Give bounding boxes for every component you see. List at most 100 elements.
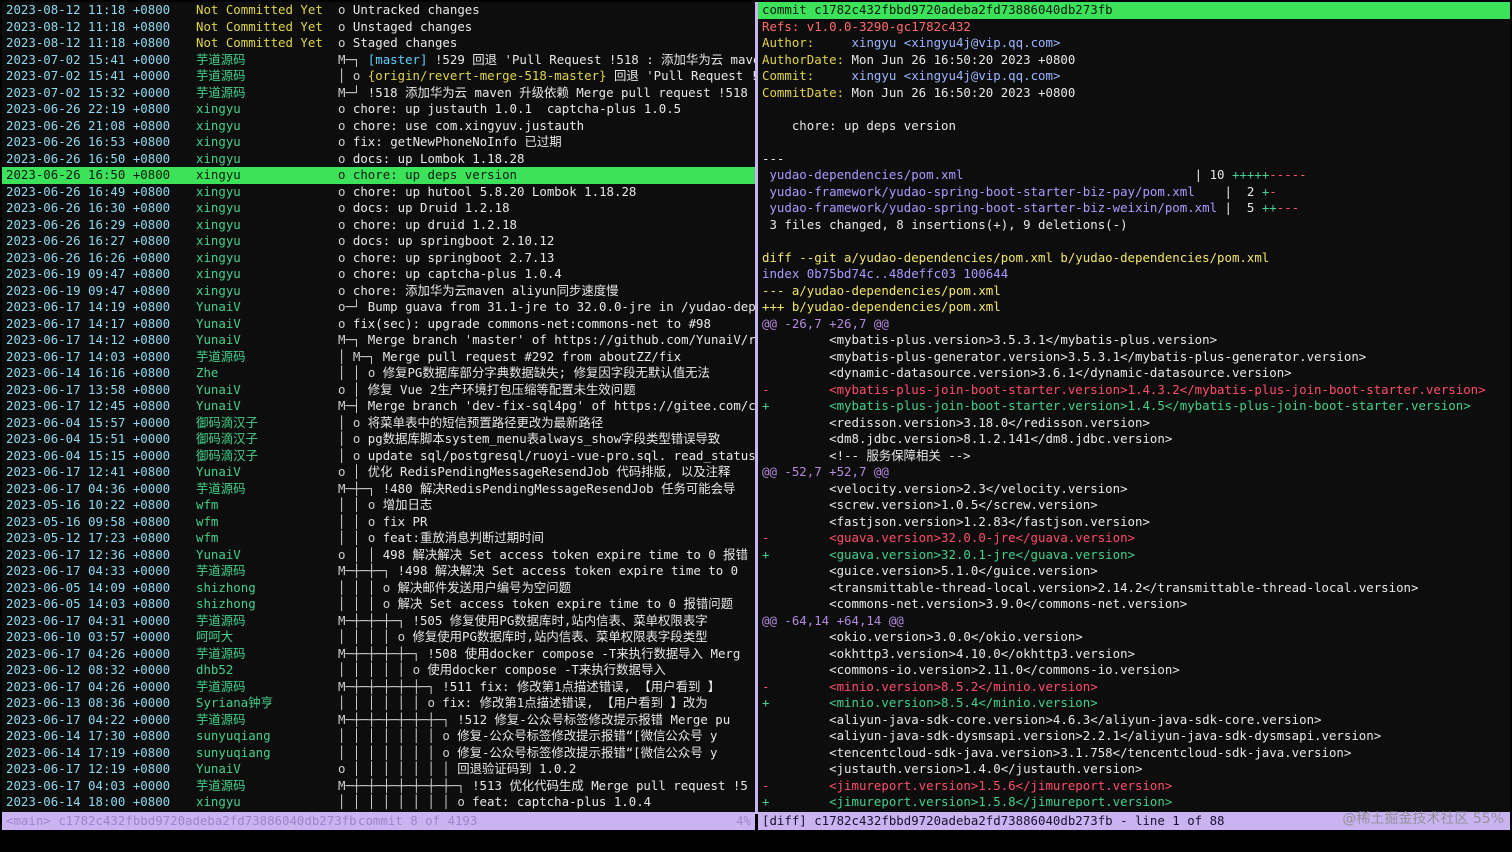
commit-subject: !508 使用docker compose -T来执行数据导入 Merg [427, 646, 755, 663]
stat-separator: --- [762, 150, 785, 166]
hunk-header: @@ -64,14 +64,14 @@ [762, 612, 904, 628]
log-row[interactable]: 2023-05-16 10:22 +0800 wfm │ │ o 增加日志 [2, 497, 755, 514]
log-row[interactable]: 2023-06-17 12:19 +0800 YunaiV o │ │ │ │ │ … [2, 761, 755, 778]
commit-message: 修复-公众号标签修改提示报错“[微信公众号 y [457, 728, 718, 743]
commit-author: xingyu [196, 167, 241, 182]
log-row[interactable]: 2023-06-14 17:19 +0800 sunyuqiang │ │ │ │ … [2, 745, 755, 762]
log-row[interactable]: 2023-06-26 22:19 +0800 xingyu o chore: up j… [2, 101, 755, 118]
log-row[interactable]: 2023-06-04 15:15 +0000 御码滴汉子 │ o update sql… [2, 448, 755, 465]
context-line: <dm8.jdbc.version>8.1.2.141</dm8.jdbc.ve… [762, 431, 1173, 446]
context-line: <okio.version>3.0.0</okio.version> [762, 629, 1083, 644]
log-row[interactable]: 2023-06-17 04:26 +0000 芋道源码 M─┼─┼─┼─┼─┐ !50… [2, 646, 755, 663]
log-row[interactable]: 2023-06-13 08:36 +0000 Syriana钟亨 │ │ │ │ │… [2, 695, 755, 712]
log-row[interactable]: 2023-06-04 15:51 +0000 御码滴汉子 │ o pg数据库脚本sys… [2, 431, 755, 448]
log-row[interactable]: 2023-07-02 15:41 +0000 芋道源码 │ o {origin/rev… [2, 68, 755, 85]
log-row[interactable]: 2023-06-14 17:30 +0800 sunyuqiang │ │ │ │ … [2, 728, 755, 745]
commit-author: 芋道源码 [196, 711, 246, 727]
log-row[interactable]: 2023-07-02 15:32 +0000 芋道源码 M─┘ !518 添加华为云 … [2, 85, 755, 102]
commit-message: docs: up Druid 1.2.18 [352, 200, 510, 215]
log-row[interactable]: 2023-06-17 04:31 +0000 芋道源码 M─┼─┼─┼─┐ !505 … [2, 613, 755, 630]
log-row[interactable]: 2023-06-17 12:41 +0800 YunaiV o │ 优化 RedisP… [2, 464, 755, 481]
commit-date: 2023-06-26 21:08 +0800 [6, 117, 171, 133]
commit-subject: !512 修复-公众号标签修改提示报错 Merge pu [457, 712, 755, 729]
log-row[interactable]: 2023-06-17 04:22 +0000 芋道源码 M─┼─┼─┼─┼─┼─┼─… [2, 712, 755, 729]
log-row[interactable]: 2023-08-12 11:18 +0800 Not Committed Yet o… [2, 19, 755, 36]
log-row[interactable]: 2023-06-05 14:03 +0800 shizhong │ │ │ o 解决 … [2, 596, 755, 613]
commit-subject: pg数据库脚本system_menu表always_show字段类型错误导致 [368, 431, 755, 448]
commit-subject: fix(sec): upgrade commons-net:commons-ne… [353, 316, 755, 333]
log-row[interactable]: 2023-08-12 11:18 +0800 Not Committed Yet o… [2, 35, 755, 52]
commit-message: update sql/postgresql/ruoyi-vue-pro.sql.… [367, 447, 755, 463]
context-line: <mybatis-plus-generator.version>3.5.3.1<… [762, 348, 1367, 364]
commit-log-pane[interactable]: 2023-08-12 11:18 +0800 Not Committed Yet o… [2, 2, 755, 812]
commit-date: 2023-06-17 04:31 +0000 [6, 612, 171, 628]
commit-graph: M─┼─┼─┼─┼─┼─┼─┼─┐ [338, 777, 465, 793]
author-date-label: AuthorDate: [762, 51, 845, 67]
commit-date: 2023-06-26 16:49 +0800 [6, 183, 171, 199]
commit-author: 御码滴汉子 [196, 414, 258, 430]
commit-subject: chore: up deps version [353, 167, 755, 184]
commit-date-line: CommitDate: Mon Jun 26 16:50:20 2023 +08… [758, 85, 1510, 102]
commit-author: xingyu [196, 134, 241, 149]
log-row[interactable]: 2023-06-17 13:58 +0800 YunaiV o │ 修复 Vue 2生… [2, 382, 755, 399]
removed-line: - <mybatis-plus-join-boot-starter.versio… [762, 381, 1486, 397]
log-row[interactable]: 2023-06-05 14:09 +0800 shizhong │ │ │ o 解决邮… [2, 580, 755, 597]
log-row[interactable]: 2023-06-26 16:30 +0800 xingyu o docs: up Dr… [2, 200, 755, 217]
log-row[interactable]: 2023-05-16 09:58 +0800 wfm │ │ o fix PR [2, 514, 755, 531]
log-row[interactable]: 2023-06-17 14:03 +0800 芋道源码 │ M─┐ Merge pul… [2, 349, 755, 366]
commit-date: 2023-06-04 15:15 +0000 [6, 447, 171, 463]
commit-author: xingyu [196, 117, 241, 133]
commit-message: fix: getNewPhoneNoInfo 已过期 [352, 134, 562, 149]
log-row[interactable]: 2023-06-26 16:26 +0800 xingyu o chore: up s… [2, 250, 755, 267]
log-row[interactable]: 2023-06-17 04:03 +0000 芋道源码 M─┼─┼─┼─┼─┼─┼─… [2, 778, 755, 795]
log-row[interactable]: 2023-08-12 11:18 +0800 Not Committed Yet o… [2, 2, 755, 19]
commit-message: chore: up druid 1.2.18 [352, 216, 518, 232]
commit-date-value: Mon Jun 26 16:50:20 2023 +0800 [851, 84, 1076, 100]
commit-graph: M─┼─┐ [338, 480, 376, 496]
log-row[interactable]: 2023-06-19 09:47 +0800 xingyu o chore: 添加华为… [2, 283, 755, 300]
commit-date: 2023-06-26 16:29 +0800 [6, 216, 171, 232]
diffstat-count: | 10 [1194, 167, 1232, 182]
log-row[interactable]: 2023-06-12 08:32 +0000 dhb52 │ │ │ │ │ o 使用… [2, 662, 755, 679]
log-row[interactable]: 2023-06-17 04:26 +0000 芋道源码 M─┼─┼─┼─┼─┼─┐!… [2, 679, 755, 696]
log-row[interactable]: 2023-06-04 15:57 +0000 御码滴汉子 │ o 将菜单表中的短信预置… [2, 415, 755, 432]
commit-date: 2023-06-17 12:41 +0800 [6, 464, 171, 479]
log-row[interactable]: 2023-06-26 16:29 +0800 xingyu o chore: up d… [2, 217, 755, 234]
commit-date: 2023-08-12 11:18 +0800 [6, 18, 171, 34]
log-row[interactable]: 2023-06-17 12:45 +0800 YunaiV M─┤ Merge bra… [2, 398, 755, 415]
log-row[interactable]: 2023-06-17 14:19 +0800 YunaiV o─┘ Bump guav… [2, 299, 755, 316]
log-row[interactable]: 2023-06-14 16:16 +0800 Zhe │ │ o 修复PG数据库部分字… [2, 365, 755, 382]
log-row[interactable]: 2023-06-17 14:17 +0800 YunaiV o fix(sec): u… [2, 316, 755, 333]
diffstat-minus: ----- [1269, 167, 1307, 182]
log-row[interactable]: 2023-06-26 21:08 +0800 xingyu o chore: use … [2, 118, 755, 135]
commit-date: 2023-06-05 14:03 +0800 [6, 596, 171, 611]
commit-subject: chore: up druid 1.2.18 [353, 217, 755, 234]
commit-subject: chore: up justauth 1.0.1 captcha-plus 1.… [353, 101, 755, 118]
log-row[interactable]: 2023-06-17 04:36 +0000 芋道源码 M─┼─┐ !480 解决Re… [2, 481, 755, 498]
log-row[interactable]: 2023-06-26 16:50 +0800 xingyu o docs: up Lo… [2, 151, 755, 168]
refs-line: Refs: v1.0.0-3290-gc1782c432 [762, 18, 971, 34]
commit-message: pg数据库脚本system_menu表always_show字段类型错误导致 [367, 431, 721, 446]
commit-date: 2023-06-26 22:19 +0800 [6, 101, 171, 116]
diff-pane[interactable]: commit c1782c432fbbd9720adeba2fd73886040… [758, 2, 1510, 812]
commit-subject: chore: up hutool 5.8.20 Lombok 1.18.28 [353, 184, 755, 201]
log-row[interactable]: 2023-05-12 17:23 +0800 wfm │ │ o feat:重放消息判… [2, 530, 755, 547]
log-row[interactable]: 2023-06-10 03:57 +0000 呵呵大 │ │ │ │ o 修复使用PG… [2, 629, 755, 646]
log-row[interactable]: 2023-06-26 16:27 +0800 xingyu o docs: up sp… [2, 233, 755, 250]
log-row[interactable]: 2023-06-17 04:33 +0000 芋道源码 M─┼─┼─┐ !498 解决… [2, 563, 755, 580]
commit-subject: chore: up springboot 2.7.13 [353, 250, 755, 267]
log-row[interactable]: 2023-06-17 14:12 +0800 YunaiV M─┐ Merge bra… [2, 332, 755, 349]
context-line: <aliyun-java-sdk-core.version>4.6.3</ali… [762, 711, 1322, 727]
log-row[interactable]: 2023-06-26 16:53 +0800 xingyu o fix: getNew… [2, 134, 755, 151]
log-row-selected[interactable]: 2023-06-26 16:50 +0800 xingyu o chore: up d… [2, 167, 755, 184]
log-row[interactable]: 2023-06-19 09:47 +0800 xingyu o chore: up c… [2, 266, 755, 283]
commit-date: 2023-06-17 13:58 +0800 [6, 381, 171, 397]
diff-file-header: +++ b/yudao-dependencies/pom.xml [762, 299, 1001, 314]
committer-value: xingyu <xingyu4j@vip.qq.com> [851, 68, 1061, 83]
commit-subject: Merge branch 'dev-fix-sql4pg' of https:/… [368, 398, 755, 415]
commit-date: 2023-05-12 17:23 +0800 [6, 530, 171, 545]
log-row[interactable]: 2023-06-17 12:36 +0800 YunaiV o │ │ 498 解决解… [2, 547, 755, 564]
log-row[interactable]: 2023-07-02 15:41 +0000 芋道源码 M─┐ [master] !5… [2, 52, 755, 69]
log-row[interactable]: 2023-06-14 18:00 +0800 xingyu │ │ │ │ │ │ … [2, 794, 755, 811]
log-row[interactable]: 2023-06-26 16:49 +0800 xingyu o chore: up h… [2, 184, 755, 201]
